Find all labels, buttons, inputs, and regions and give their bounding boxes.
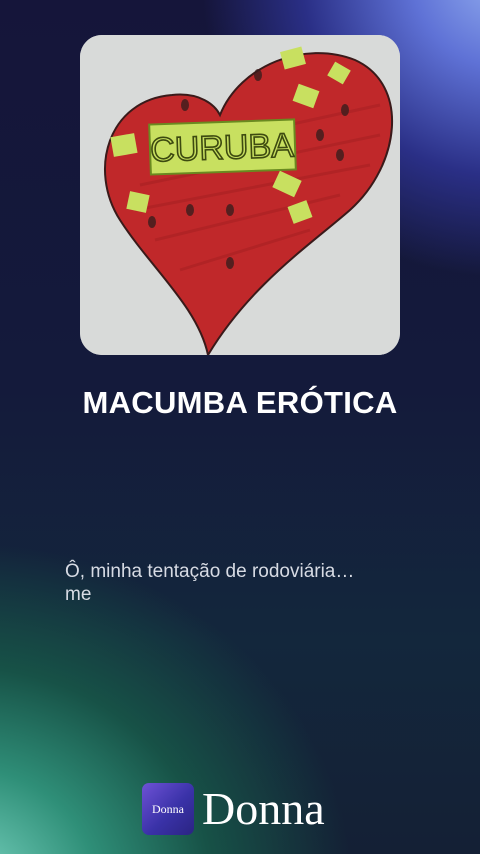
heart-drawing: CURUBA — [80, 35, 400, 355]
lyrics-line-2: me — [65, 584, 92, 605]
lyrics-line-1: Ô, minha tentação de rodoviária — [65, 561, 336, 582]
album-cover: CURUBA — [80, 35, 400, 355]
song-title: MACUMBA ERÓTICA — [82, 385, 398, 420]
brand-logo-icon: Donna — [142, 783, 194, 835]
brand-footer[interactable]: Donna Donna — [142, 782, 325, 836]
lyrics-ellipsis: … — [335, 561, 355, 582]
lyrics-text: Ô, minha tentação de rodoviária… me — [65, 560, 425, 606]
brand-logo-text: Donna — [152, 801, 184, 816]
brand-name: Donna — [202, 783, 325, 834]
cover-lettering: CURUBA — [150, 126, 295, 169]
